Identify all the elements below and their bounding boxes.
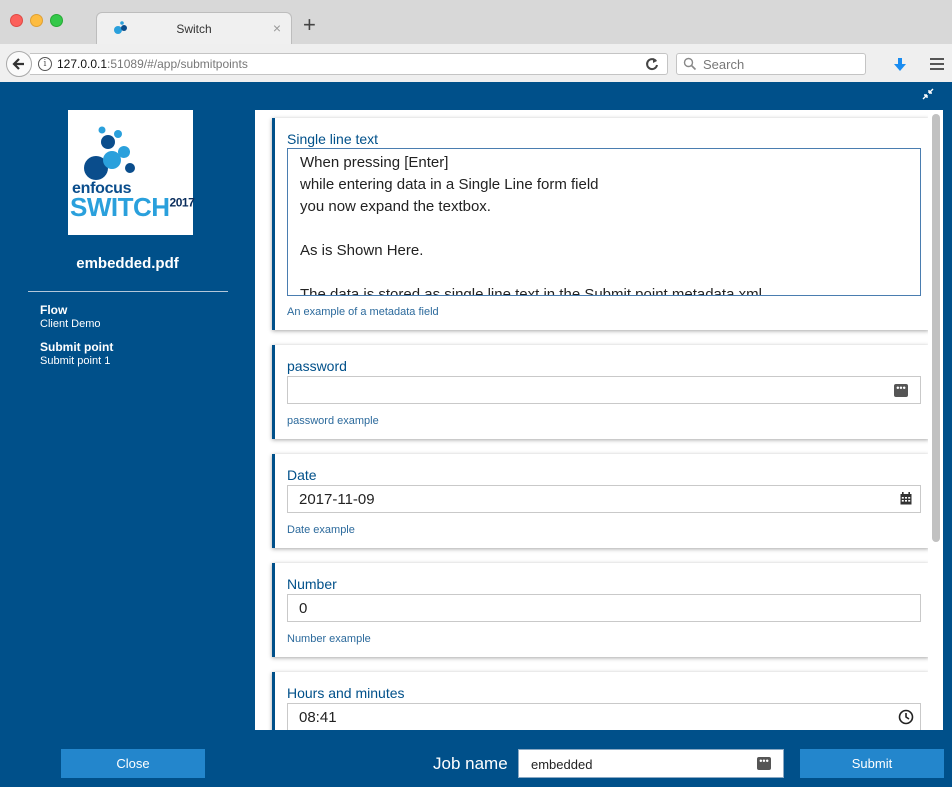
close-button[interactable]: Close xyxy=(61,749,205,778)
number-card: Number 0 Number example xyxy=(272,563,929,657)
textarea-line xyxy=(300,262,920,284)
field-label: Number xyxy=(287,576,337,592)
clock-icon[interactable] xyxy=(898,709,914,725)
field-help: password example xyxy=(287,415,379,427)
logo-switch-text: SWITCH2017 xyxy=(70,192,195,222)
reload-icon[interactable] xyxy=(645,56,659,72)
search-icon xyxy=(683,57,697,71)
bubbles-logo-icon xyxy=(84,126,135,180)
time-input[interactable]: 08:41 xyxy=(287,703,921,730)
flow-label: Flow xyxy=(40,303,68,317)
search-input[interactable]: Search xyxy=(676,53,866,75)
form-panel: Single line text When pressing [Enter] w… xyxy=(255,110,943,730)
url-text: 127.0.0.1:51089/#/app/submitpoints xyxy=(57,57,248,71)
zoom-window-button[interactable] xyxy=(50,14,63,27)
number-value: 0 xyxy=(299,600,308,617)
single-line-text-input[interactable]: When pressing [Enter] while entering dat… xyxy=(287,148,921,296)
back-arrow-icon xyxy=(12,58,24,70)
textarea-line: As is Shown Here. xyxy=(300,242,424,259)
download-icon[interactable] xyxy=(893,58,907,72)
search-placeholder: Search xyxy=(703,57,745,72)
nav-bar: i 127.0.0.1:51089/#/app/submitpoints Sea… xyxy=(0,44,952,82)
number-input[interactable]: 0 xyxy=(287,594,921,622)
job-name-value: embedded xyxy=(531,757,593,772)
submit-point-label: Submit point xyxy=(40,340,114,354)
single-line-text-card: Single line text When pressing [Enter] w… xyxy=(272,118,929,330)
textarea-line: while entering data in a Single Line for… xyxy=(300,176,599,193)
textarea-line xyxy=(300,218,920,240)
scrollbar-thumb[interactable] xyxy=(932,114,940,542)
url-bar[interactable]: i 127.0.0.1:51089/#/app/submitpoints xyxy=(30,53,668,75)
submit-button[interactable]: Submit xyxy=(800,749,944,778)
sidebar-divider xyxy=(28,291,228,292)
hamburger-menu-icon[interactable] xyxy=(930,58,944,73)
info-icon[interactable]: i xyxy=(38,57,52,71)
tab-title: Switch xyxy=(176,22,212,36)
minimize-window-button[interactable] xyxy=(30,14,43,27)
password-card: password ••• password example xyxy=(272,345,929,439)
date-value: 2017-11-09 xyxy=(299,491,375,508)
field-label: Hours and minutes xyxy=(287,685,405,701)
new-tab-button[interactable]: + xyxy=(303,14,316,36)
enfocus-switch-logo: enfocus SWITCH2017 xyxy=(68,110,195,235)
job-name-input[interactable]: embedded ••• xyxy=(518,749,784,778)
textarea-line: The data is stored as single line text i… xyxy=(300,286,767,296)
field-label: Date xyxy=(287,467,317,483)
back-button[interactable] xyxy=(6,51,32,77)
browser-chrome: Switch × + i 127.0.0.1:51089/#/app/submi… xyxy=(0,0,952,82)
collapse-icon[interactable] xyxy=(922,88,934,103)
tab-strip: Switch × + xyxy=(0,0,952,44)
time-value: 08:41 xyxy=(299,709,337,726)
more-dots-icon[interactable]: ••• xyxy=(894,384,908,397)
password-input[interactable]: ••• xyxy=(287,376,921,404)
field-help: An example of a metadata field xyxy=(287,306,439,318)
url-path: :51089/#/app/submitpoints xyxy=(107,57,248,71)
flow-value: Client Demo xyxy=(40,318,101,330)
sidebar: enfocus SWITCH2017 embedded.pdf Flow Cli… xyxy=(0,82,255,730)
textarea-line: When pressing [Enter] xyxy=(300,154,449,171)
field-label: Single line text xyxy=(287,131,379,147)
job-name-label: Job name xyxy=(433,754,508,773)
date-card: Date 2017-11-09 Date example xyxy=(272,454,929,548)
textarea-line: you now expand the textbox. xyxy=(300,198,491,215)
close-window-button[interactable] xyxy=(10,14,23,27)
tab-close-icon[interactable]: × xyxy=(273,20,281,36)
field-label: password xyxy=(287,358,347,374)
hours-minutes-card: Hours and minutes 08:41 xyxy=(272,672,929,730)
job-filename: embedded.pdf xyxy=(76,255,179,272)
calendar-icon[interactable] xyxy=(900,492,912,505)
field-help: Number example xyxy=(287,633,371,645)
logo-year: 2017 xyxy=(169,195,195,210)
field-help: Date example xyxy=(287,524,355,536)
date-input[interactable]: 2017-11-09 xyxy=(287,485,921,513)
browser-tab[interactable]: Switch × xyxy=(96,12,292,44)
submit-point-value: Submit point 1 xyxy=(40,355,111,367)
more-dots-icon[interactable]: ••• xyxy=(757,757,771,770)
